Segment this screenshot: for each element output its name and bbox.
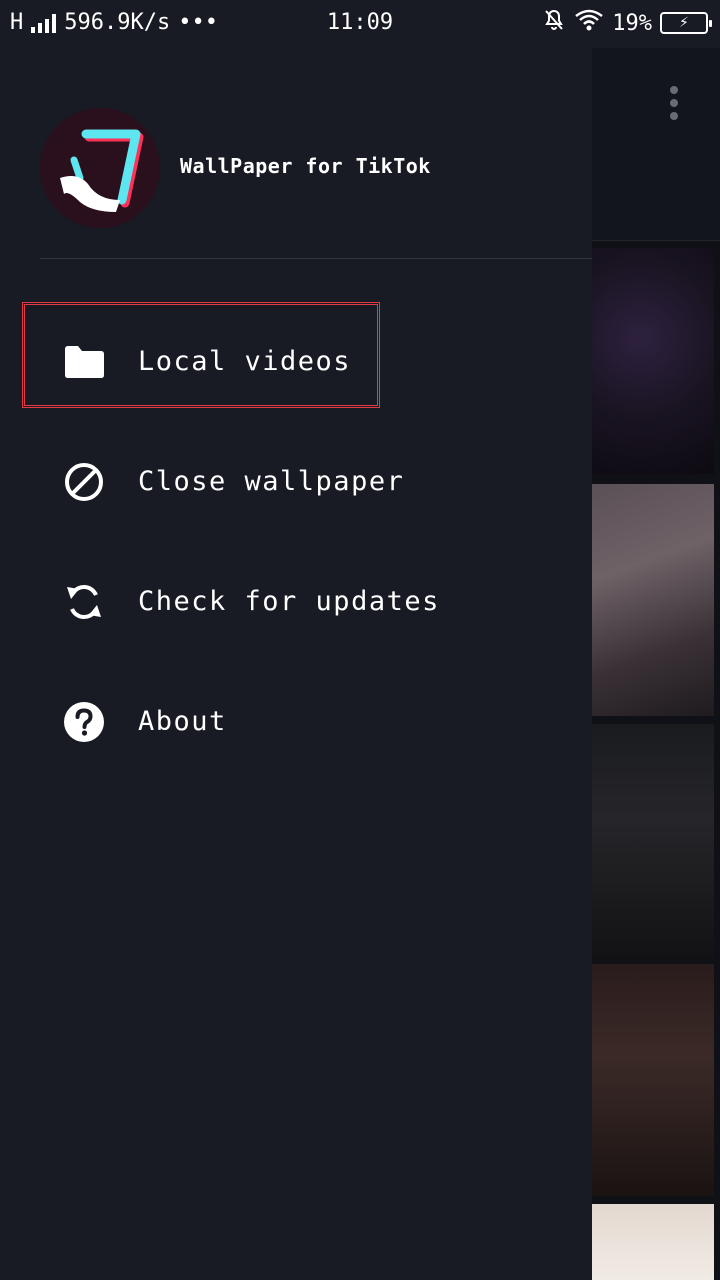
video-thumbnail[interactable] xyxy=(592,964,714,1196)
background-app xyxy=(592,48,720,1280)
video-thumbnail[interactable] xyxy=(592,484,714,716)
menu-item-label: Close wallpaper xyxy=(138,466,405,497)
video-thumbnail[interactable] xyxy=(592,248,714,474)
menu-item-about[interactable]: About xyxy=(0,662,592,782)
navigation-drawer: WallPaper for TikTok Local videos Close … xyxy=(0,48,592,1280)
block-icon xyxy=(62,460,106,504)
battery-charging-icon: ⚡ xyxy=(660,12,712,34)
battery-percent: 19% xyxy=(612,10,652,36)
background-toolbar xyxy=(592,48,720,241)
menu-item-check-updates[interactable]: Check for updates xyxy=(0,542,592,662)
screen: H 596.9K/s ••• 11:09 19% ⚡ WallPaper for… xyxy=(0,0,720,1280)
mute-bell-icon xyxy=(542,8,566,38)
wifi-icon xyxy=(574,8,604,38)
more-vert-icon[interactable] xyxy=(670,86,678,125)
menu-item-local-videos[interactable]: Local videos xyxy=(0,302,592,422)
folder-icon xyxy=(62,340,106,384)
menu-item-close-wallpaper[interactable]: Close wallpaper xyxy=(0,422,592,542)
drawer-menu: Local videos Close wallpaper Check for u… xyxy=(0,302,592,782)
menu-item-label: Check for updates xyxy=(138,586,440,617)
menu-item-label: Local videos xyxy=(138,346,352,377)
help-icon xyxy=(62,700,106,744)
menu-item-label: About xyxy=(138,706,227,737)
status-right: 19% ⚡ xyxy=(542,8,712,38)
video-thumbnail[interactable] xyxy=(592,724,714,960)
refresh-icon xyxy=(62,580,106,624)
divider xyxy=(40,258,592,259)
app-logo xyxy=(40,108,160,228)
status-bar: H 596.9K/s ••• 11:09 19% ⚡ xyxy=(0,0,720,48)
video-thumbnail[interactable] xyxy=(592,1204,714,1280)
app-title: WallPaper for TikTok xyxy=(180,154,431,178)
